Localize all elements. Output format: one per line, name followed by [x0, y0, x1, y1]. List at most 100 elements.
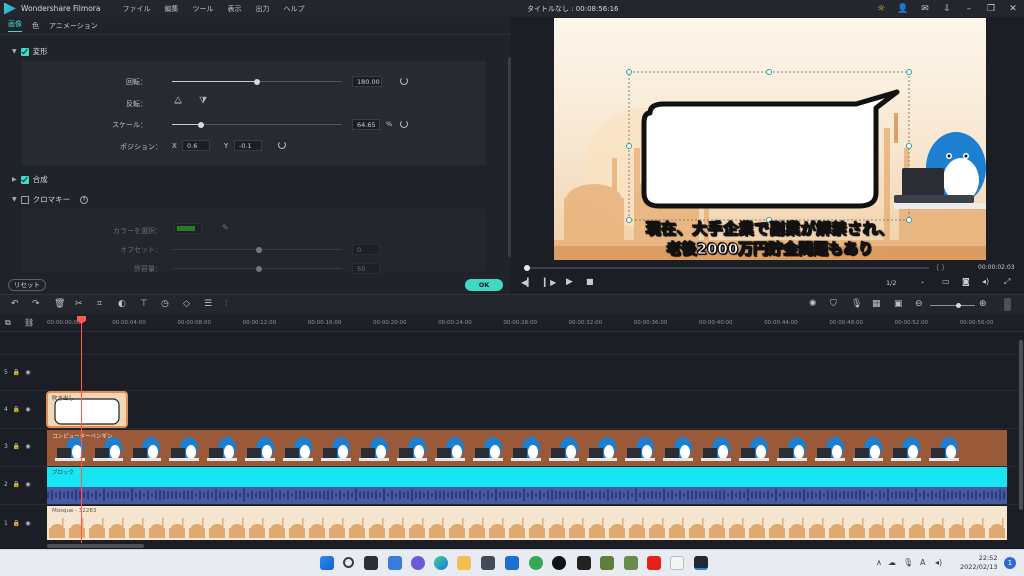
chevron-down-icon[interactable]: ⌄ — [920, 278, 925, 285]
scale-reset-icon[interactable] — [400, 120, 408, 128]
adjust-icon[interactable]: ☰ — [204, 299, 212, 309]
zoom-out-icon[interactable]: ⊖ — [915, 299, 923, 309]
delete-icon[interactable]: 🗑 — [54, 299, 65, 309]
menu-view[interactable]: 表示 — [227, 4, 241, 14]
offset-input[interactable]: 0 — [352, 244, 380, 255]
stop-icon[interactable]: ■ — [586, 277, 594, 286]
snapshot-icon[interactable]: ◙ — [962, 277, 970, 286]
audio-wave-icon[interactable]: ⫶ — [225, 299, 227, 309]
clip-penguin-label[interactable]: コンピューターペンギン — [52, 432, 113, 440]
lightbulb-icon[interactable]: ☼ — [870, 4, 892, 14]
scale-slider-knob[interactable] — [197, 121, 204, 128]
toolbar-handle[interactable] — [1004, 298, 1011, 311]
play-slow-icon[interactable]: ▎▶ — [544, 278, 556, 287]
position-x-input[interactable]: 0.6 — [182, 140, 210, 151]
composite-checkbox[interactable] — [20, 175, 29, 184]
edge-icon[interactable] — [434, 556, 448, 570]
zoom-in-icon[interactable]: ⊕ — [979, 299, 987, 309]
eye-icon[interactable]: ◉ — [25, 406, 30, 413]
eyedropper-icon[interactable]: ✎ — [222, 223, 229, 232]
scale-slider[interactable] — [172, 121, 342, 128]
mail-icon[interactable]: ✉ — [914, 4, 936, 14]
keyframe-icon[interactable]: ◇ — [183, 299, 190, 309]
rotate-input[interactable]: 180.00 — [352, 76, 382, 87]
clip-cyan-label[interactable]: ブロック — [52, 468, 74, 476]
color-swatch[interactable] — [174, 223, 202, 234]
speed-icon[interactable]: ◷ — [161, 299, 169, 309]
rotate-slider[interactable] — [172, 78, 342, 85]
shield-icon[interactable]: ⛉ — [830, 299, 837, 309]
menu-tools[interactable]: ツール — [192, 4, 213, 14]
add-track-icon[interactable]: ⧉ — [5, 318, 11, 328]
menu-help[interactable]: ヘルプ — [283, 4, 304, 14]
section-composite-header[interactable]: ▶ 合成 — [12, 174, 48, 185]
preview-scrubber[interactable] — [524, 265, 929, 271]
playhead-line[interactable] — [81, 317, 82, 543]
undo-icon[interactable]: ↶ — [11, 299, 19, 309]
chat-icon[interactable] — [411, 556, 425, 570]
speaker-icon[interactable]: ◂) — [935, 558, 942, 567]
position-reset-icon[interactable] — [278, 141, 286, 149]
lock-icon[interactable]: 🔒 — [13, 520, 20, 527]
tray-chevron-icon[interactable]: ∧ — [876, 558, 882, 567]
fullscreen-icon[interactable]: ⤢ — [1004, 277, 1010, 287]
mail-app-icon[interactable] — [505, 556, 519, 570]
rotate-slider-knob[interactable] — [254, 78, 260, 85]
store-icon[interactable] — [481, 556, 495, 570]
eye-icon[interactable]: ◉ — [25, 520, 30, 527]
tab-animation[interactable]: アニメーション — [49, 21, 98, 31]
chrome-icon[interactable] — [529, 556, 543, 570]
render-icon[interactable]: ✺ — [809, 299, 817, 309]
eye-icon[interactable]: ◉ — [25, 481, 30, 488]
taskbar-clock[interactable]: 22:52 2022/02/13 — [960, 554, 997, 572]
ime-indicator[interactable]: A — [920, 558, 925, 567]
position-y-input[interactable]: -0.1 — [234, 140, 262, 151]
notification-badge[interactable]: 1 — [1004, 557, 1016, 569]
help-icon[interactable]: ? — [80, 195, 89, 204]
search-icon[interactable] — [343, 557, 354, 568]
rotate-reset-icon[interactable] — [400, 77, 408, 85]
flip-horizontal-icon[interactable]: ⧋ — [174, 96, 182, 106]
marker-icon[interactable]: ⊤ — [140, 299, 148, 309]
tracks-vertical-scrollbar[interactable] — [1019, 340, 1023, 510]
caption-icon[interactable]: ▣ — [894, 299, 903, 309]
crop-icon[interactable]: ⌗ — [97, 299, 102, 309]
clip-bubble-label[interactable]: 吹き出し — [52, 394, 74, 402]
transform-checkbox[interactable] — [20, 47, 29, 56]
caret-right-icon[interactable]: ▶ — [12, 176, 17, 183]
app-icon-browser[interactable] — [624, 556, 638, 570]
app-icon-dark[interactable] — [577, 556, 591, 570]
eye-icon[interactable]: ◉ — [25, 369, 30, 376]
clip-mosque-label[interactable]: Mosque - 32283 — [52, 508, 96, 514]
youtube-icon[interactable] — [647, 556, 661, 570]
tolerance-slider-knob[interactable] — [256, 265, 262, 272]
mixer-icon[interactable]: ▦ — [872, 299, 881, 309]
lock-icon[interactable]: 🔒 — [13, 406, 20, 413]
tab-color[interactable]: 色 — [32, 21, 39, 31]
offset-slider-knob[interactable] — [256, 246, 262, 253]
timeline-scrollbar[interactable] — [47, 544, 144, 548]
section-transform-header[interactable]: ▼ 変形 — [12, 46, 48, 57]
link-icon[interactable]: ⛓ — [24, 318, 34, 327]
play-icon[interactable]: ▶ — [566, 277, 573, 287]
subtitle-line-2[interactable]: 老後2000万円貯金問題もあり — [554, 238, 986, 259]
lock-icon[interactable]: 🔒 — [13, 443, 20, 450]
cut-icon[interactable]: ✂ — [75, 299, 83, 309]
explorer-icon[interactable] — [457, 556, 471, 570]
tolerance-slider[interactable] — [172, 265, 342, 272]
monitor-icon[interactable]: ▭ — [942, 277, 950, 286]
chroma-checkbox[interactable] — [20, 195, 29, 204]
color-icon[interactable]: ◐ — [118, 299, 126, 309]
tolerance-input[interactable]: 50 — [352, 263, 380, 274]
mic-tray-icon[interactable]: 🎙 — [903, 558, 913, 567]
flip-vertical-icon[interactable]: ⧩ — [199, 96, 207, 106]
menu-file[interactable]: ファイル — [122, 4, 150, 14]
section-chroma-header[interactable]: ▼ クロマキー ? — [12, 194, 89, 205]
mark-in-out-icon[interactable]: ⟨ ⟩ — [936, 263, 945, 272]
app-icon-circle[interactable] — [552, 556, 566, 570]
windows-start-icon[interactable] — [320, 556, 334, 570]
filmora-taskbar-icon[interactable] — [694, 556, 708, 570]
preview-scrubber-knob[interactable] — [524, 265, 530, 271]
amazon-icon[interactable] — [670, 556, 684, 570]
lock-icon[interactable]: 🔒 — [13, 481, 20, 488]
